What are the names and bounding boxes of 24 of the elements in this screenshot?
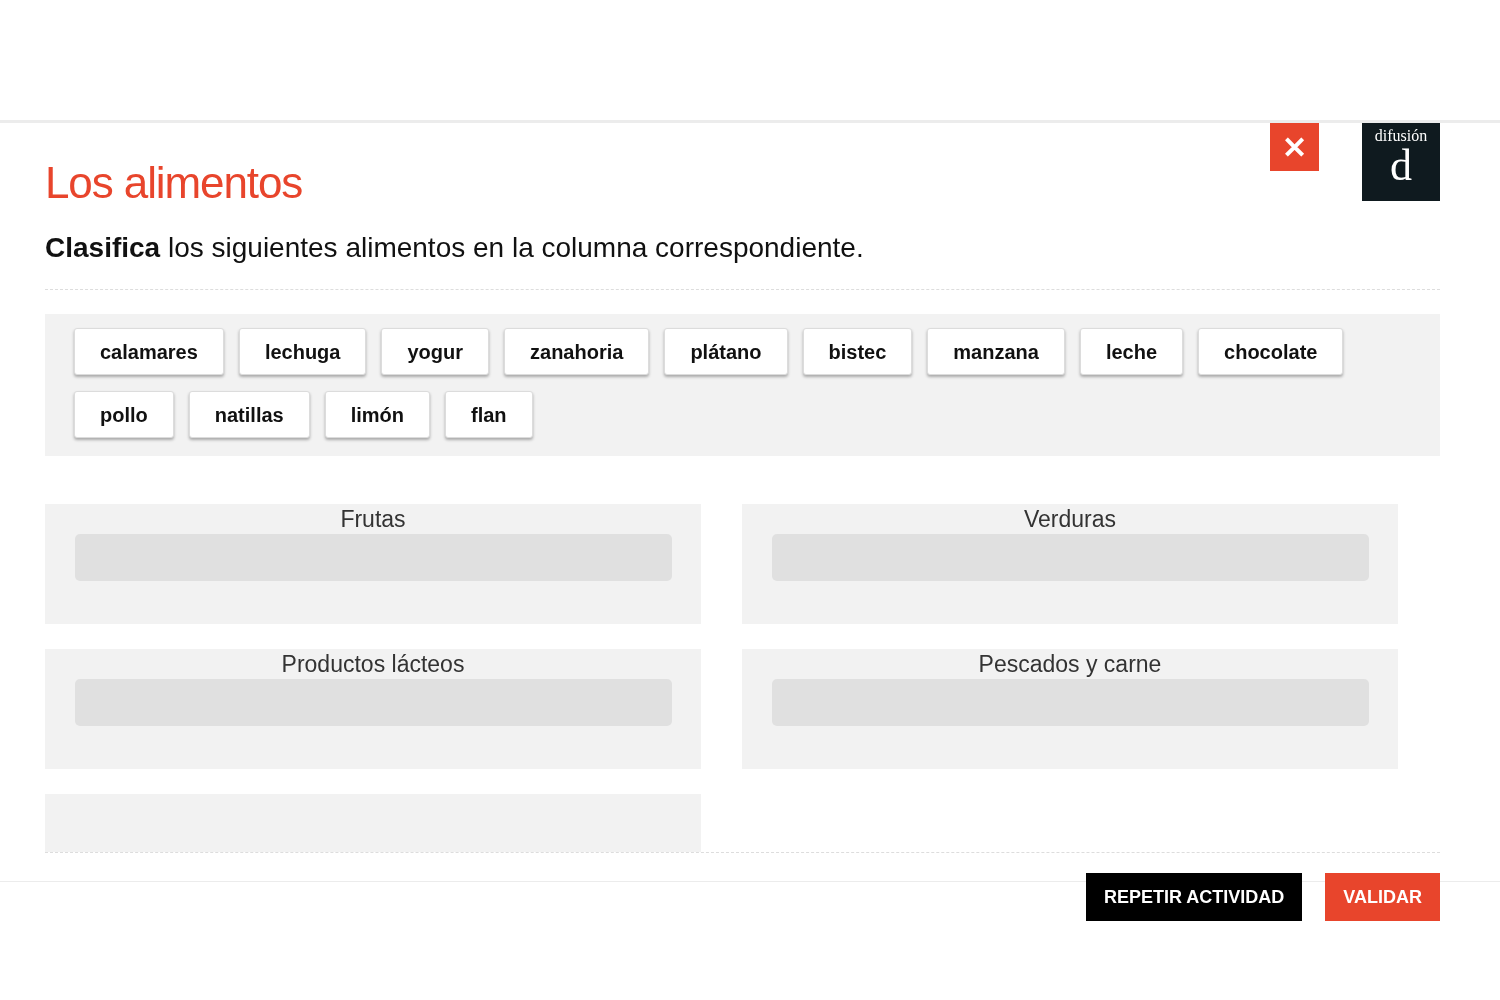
word-chip[interactable]: leche [1079,328,1184,375]
word-chip[interactable]: natillas [188,391,310,438]
word-chip[interactable]: chocolate [1198,328,1344,375]
category-label: Verduras [1023,506,1117,532]
category-label: Pescados y carne [978,651,1162,677]
repeat-button[interactable]: REPETIR ACTIVIDAD [1086,873,1303,921]
category-label: Productos lácteos [281,651,465,677]
word-chip[interactable]: bistec [802,328,913,375]
page-title: Los alimentos [45,157,303,205]
word-chip[interactable]: zanahoria [504,328,650,375]
validate-button[interactable]: VALIDAR [1325,873,1440,921]
word-chip[interactable]: pollo [74,391,174,438]
word-chip[interactable]: flan [445,391,533,438]
word-chip[interactable]: lechuga [238,328,367,375]
word-chip[interactable]: plátano [664,328,788,375]
word-chip[interactable]: limón [324,391,431,438]
word-chip[interactable]: yogur [381,328,489,375]
close-button[interactable]: ✕ [1270,123,1319,171]
instruction-text: Clasifica los siguientes alimentos en la columna correspondiente. [45,231,865,265]
word-chip[interactable]: calamares [74,328,224,375]
logo-letter: d [1390,144,1412,188]
category-label: Frutas [340,506,406,532]
word-chip[interactable]: manzana [927,328,1065,375]
logo-wordmark: difusión [1374,128,1428,144]
